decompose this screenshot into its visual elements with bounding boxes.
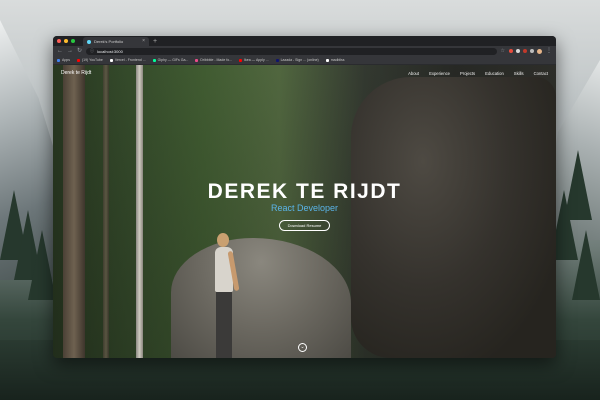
address-bar[interactable]: ⓘ localhost:3000 bbox=[86, 47, 497, 55]
browser-window: Derek's Portfolio × + ← → ↻ ⓘ localhost:… bbox=[53, 36, 556, 358]
nav-link-skills[interactable]: Skills bbox=[514, 71, 524, 76]
hero-name: DEREK TE RIJDT bbox=[207, 180, 402, 203]
bookmark-favicon-icon bbox=[76, 58, 80, 62]
bookmark-favicon-icon bbox=[152, 58, 156, 62]
extension-icon[interactable] bbox=[530, 49, 534, 53]
person bbox=[213, 233, 240, 358]
react-favicon-icon bbox=[87, 39, 91, 44]
bookmark-item[interactable]: Dribbble - Made fo... bbox=[195, 58, 232, 62]
extension-icon[interactable] bbox=[523, 49, 527, 53]
new-tab-icon[interactable]: + bbox=[153, 38, 157, 45]
pine-tree bbox=[572, 230, 600, 300]
bookmark-favicon-icon bbox=[239, 58, 243, 62]
browser-tab[interactable]: Derek's Portfolio × bbox=[83, 37, 149, 46]
nav-links: About Experience Projects Education Skil… bbox=[408, 71, 548, 76]
hero-role: React Developer bbox=[270, 203, 339, 214]
menu-icon[interactable]: ⋮ bbox=[546, 48, 552, 54]
bookmark-item[interactable]: madbliss bbox=[325, 58, 345, 62]
star-icon[interactable]: ☆ bbox=[501, 48, 505, 54]
bookmark-item[interactable]: Ikea — Apply ... bbox=[239, 58, 269, 62]
reload-icon[interactable]: ↻ bbox=[77, 48, 82, 54]
bookmark-item[interactable]: (19) YouTube bbox=[76, 58, 103, 62]
maximize-window-button[interactable] bbox=[71, 39, 75, 43]
bookmark-item[interactable]: Apps bbox=[57, 58, 70, 62]
back-icon[interactable]: ← bbox=[57, 48, 63, 54]
pine-tree bbox=[28, 230, 56, 300]
bookmarks-bar: Apps (19) YouTube Vercel - Frontend ... Gip… bbox=[53, 56, 556, 65]
close-window-button[interactable] bbox=[57, 39, 61, 43]
nav-link-projects[interactable]: Projects bbox=[460, 71, 475, 76]
bookmark-item[interactable]: Lazada - Sign ... (online) bbox=[275, 58, 319, 62]
bookmark-label: Apps bbox=[62, 58, 70, 62]
bookmark-favicon-icon bbox=[57, 58, 60, 62]
bookmark-favicon-icon bbox=[195, 58, 199, 62]
minimize-window-button[interactable] bbox=[64, 39, 68, 43]
close-tab-icon[interactable]: × bbox=[142, 39, 145, 44]
tab-bar: Derek's Portfolio × + bbox=[53, 36, 556, 46]
site-brand[interactable]: Derek te Rijdt bbox=[61, 70, 91, 76]
tab-title: Derek's Portfolio bbox=[94, 39, 124, 44]
extension-icon[interactable] bbox=[516, 49, 520, 53]
profile-avatar[interactable] bbox=[537, 48, 542, 54]
bookmark-favicon-icon bbox=[109, 58, 113, 62]
nav-link-about[interactable]: About bbox=[408, 71, 419, 76]
scroll-down-icon[interactable]: ⌄ bbox=[298, 343, 307, 352]
bookmark-label: Vercel - Frontend ... bbox=[114, 58, 146, 62]
rock bbox=[171, 238, 351, 358]
bookmark-label: (19) YouTube bbox=[81, 58, 103, 62]
download-resume-button[interactable]: Download Resume bbox=[278, 219, 331, 231]
bookmark-item[interactable]: Vercel - Frontend ... bbox=[109, 58, 146, 62]
nav-link-experience[interactable]: Experience bbox=[429, 71, 450, 76]
bookmark-label: madbliss bbox=[330, 58, 345, 62]
bookmark-favicon-icon bbox=[325, 58, 329, 62]
portfolio-page: Derek te Rijdt About Experience Projects… bbox=[53, 65, 556, 358]
bookmark-favicon-icon bbox=[275, 58, 279, 62]
extension-icon[interactable] bbox=[509, 49, 513, 53]
window-controls bbox=[57, 39, 75, 43]
url-text: localhost:3000 bbox=[97, 48, 123, 54]
nav-link-education[interactable]: Education bbox=[485, 71, 504, 76]
site-navbar: Derek te Rijdt About Experience Projects… bbox=[53, 65, 556, 81]
bookmark-item[interactable]: Giphy — GIFs Ga... bbox=[152, 58, 189, 62]
bookmark-label: Dribbble - Made fo... bbox=[200, 58, 233, 62]
hero: DEREK TE RIJDT React Developer Download … bbox=[53, 180, 556, 232]
browser-toolbar: ← → ↻ ⓘ localhost:3000 ☆ ⋮ bbox=[53, 46, 556, 56]
bookmark-label: Giphy — GIFs Ga... bbox=[157, 58, 189, 62]
bookmark-label: Ikea — Apply ... bbox=[244, 58, 269, 62]
nav-link-contact[interactable]: Contact bbox=[534, 71, 548, 76]
bookmark-label: Lazada - Sign ... (online) bbox=[280, 58, 319, 62]
forward-icon[interactable]: → bbox=[67, 48, 73, 54]
extensions bbox=[509, 48, 542, 54]
info-icon: ⓘ bbox=[90, 48, 95, 53]
